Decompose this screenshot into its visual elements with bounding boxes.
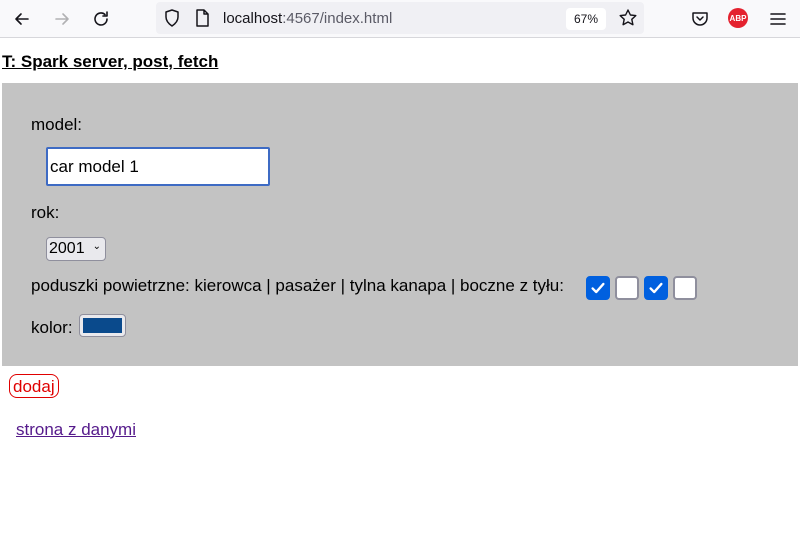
shield-icon[interactable] (158, 4, 186, 32)
zoom-badge[interactable]: 67% (566, 8, 606, 30)
airbag-driver-checkbox[interactable] (586, 276, 610, 300)
airbag-passenger-checkbox[interactable] (615, 276, 639, 300)
color-label: kolor: (31, 318, 73, 337)
browser-toolbar: localhost:4567/index.html 67% ABP (0, 0, 800, 38)
checkmark-icon (647, 279, 665, 297)
checkmark-icon (589, 279, 607, 297)
page-icon[interactable] (188, 4, 216, 32)
year-select-value: 2001 (49, 240, 85, 257)
color-swatch (83, 318, 122, 333)
airbag-rear-seat-checkbox[interactable] (644, 276, 668, 300)
url-text: localhost:4567/index.html (223, 10, 392, 27)
model-input[interactable] (46, 147, 270, 186)
year-select[interactable]: 2001 ⌄ (46, 237, 106, 261)
data-page-link[interactable]: strona z danymi (16, 420, 136, 440)
back-icon[interactable] (8, 5, 36, 33)
add-button[interactable]: dodaj (9, 374, 59, 398)
model-label: model: (31, 115, 83, 134)
pocket-icon[interactable] (686, 5, 714, 33)
color-picker[interactable] (79, 314, 126, 337)
url-path: :4567/index.html (282, 10, 393, 27)
menu-icon[interactable] (764, 5, 792, 33)
adblock-plus-icon[interactable]: ABP (728, 8, 748, 28)
url-host: localhost (223, 10, 283, 27)
airbag-rear-side-checkbox[interactable] (673, 276, 697, 300)
airbags-label: poduszki powietrzne: kierowca | pasażer … (31, 276, 564, 295)
bookmark-star-icon[interactable] (614, 4, 642, 32)
forward-icon[interactable] (48, 5, 76, 33)
chevron-down-icon: ⌄ (92, 241, 101, 252)
year-label: rok: (31, 203, 60, 222)
page-title: T: Spark server, post, fetch (2, 52, 219, 71)
reload-icon[interactable] (87, 5, 115, 33)
form-panel: model: rok: 2001 ⌄ poduszki powietrzne: … (2, 83, 798, 366)
